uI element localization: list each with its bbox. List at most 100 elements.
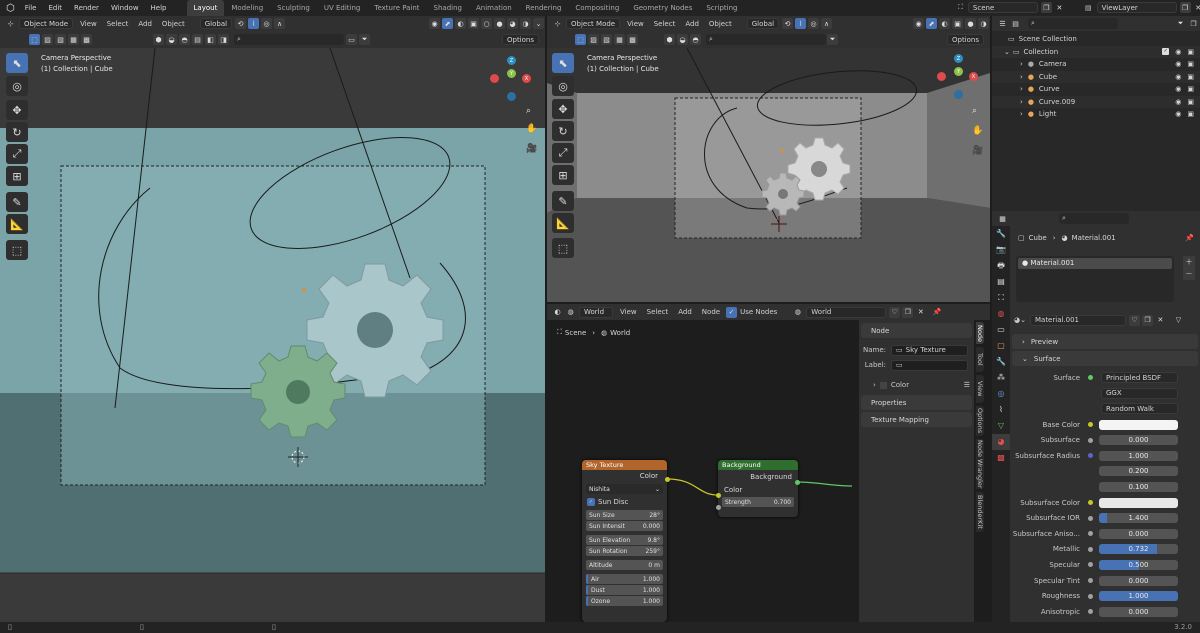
socket-dot[interactable] xyxy=(1088,609,1093,615)
material-name-field[interactable]: Material.001 xyxy=(1029,314,1126,326)
select-box-icon[interactable]: ⬚ xyxy=(29,34,40,45)
menu-add[interactable]: Add xyxy=(133,20,157,28)
filter-icon-b[interactable]: ◓ xyxy=(690,34,701,45)
zoom-icon[interactable]: ⌕ xyxy=(972,106,977,116)
tool-scale[interactable]: ⤢ xyxy=(6,144,28,164)
value-field[interactable]: 0.000 xyxy=(1099,435,1178,446)
socket-dot[interactable] xyxy=(1088,593,1093,599)
node-panel-header[interactable]: Node xyxy=(861,323,972,338)
tool-cursor[interactable]: ◎ xyxy=(552,76,574,96)
right-viewport[interactable]: ⬉ ◎ ✥ ↻ ⤢ ⊞ ✎ 📐 ⬚ Camera Perspective (1)… xyxy=(547,48,990,302)
sky-field-sun-rotation[interactable]: Sun Rotation 259° xyxy=(586,546,663,556)
socket-color-in[interactable] xyxy=(716,493,721,498)
gizmo-neg-x[interactable] xyxy=(490,74,499,83)
overlay-icon[interactable]: ◐ xyxy=(939,18,950,29)
collection-filter-icon[interactable]: ▭ xyxy=(346,34,357,45)
menu-add[interactable]: Add xyxy=(680,20,704,28)
subsurface-method-dropdown[interactable]: Random Walk xyxy=(1101,403,1178,415)
socket-dot[interactable] xyxy=(1088,422,1093,428)
physics-tab-icon[interactable]: ◎ xyxy=(992,386,1010,402)
pan-hand-icon[interactable]: ✋ xyxy=(972,126,983,136)
tool-transform[interactable]: ⊞ xyxy=(6,166,28,186)
orientation-dropdown[interactable]: Global xyxy=(746,18,780,29)
filter-icon-b[interactable]: ◓ xyxy=(179,34,190,45)
sky-field-altitude[interactable]: Altitude 0 m xyxy=(586,560,663,570)
socket-dot[interactable] xyxy=(1088,578,1093,584)
proportional-icon[interactable]: ◎ xyxy=(261,18,273,29)
workspace-tab-shading[interactable]: Shading xyxy=(427,0,469,16)
menu-file[interactable]: File xyxy=(19,0,43,16)
navigation-gizmo[interactable]: Z Y X xyxy=(490,56,535,106)
shading-solid-icon[interactable]: ● xyxy=(494,18,505,29)
gizmo-y[interactable]: Y xyxy=(507,69,516,78)
sky-type-dropdown[interactable]: Nishita ⌄ xyxy=(586,484,663,494)
sky-field-dust[interactable]: Dust 1.000 xyxy=(586,585,663,595)
select-subtract-icon[interactable]: ▦ xyxy=(68,34,79,45)
fake-user-icon[interactable]: ♡ xyxy=(889,306,901,318)
workspace-tab-rendering[interactable]: Rendering xyxy=(519,0,569,16)
sky-field-ozone[interactable]: Ozone 1.000 xyxy=(586,596,663,606)
socket-dot[interactable] xyxy=(1088,515,1093,521)
world-tab-icon[interactable]: ◍ xyxy=(992,306,1010,322)
overlay-icon[interactable]: ◐ xyxy=(455,18,466,29)
world-selector[interactable]: World xyxy=(806,306,887,318)
tool-measure[interactable]: 📐 xyxy=(6,214,28,234)
modifier-tab-icon[interactable]: 🔧 xyxy=(992,354,1010,370)
sky-field-air[interactable]: Air 1.000 xyxy=(586,574,663,584)
slot-add-remove[interactable]: ＋－ xyxy=(1183,256,1195,280)
properties-panel-header[interactable]: Properties xyxy=(861,395,972,410)
background-node[interactable]: Background Background Color Strength 0.70… xyxy=(718,460,798,517)
outliner-collection[interactable]: ⌄ ▭ Collection ✓ ◉ ▣ xyxy=(992,45,1200,58)
socket-dot[interactable] xyxy=(1088,546,1093,552)
node-label-input[interactable]: ▭ xyxy=(891,359,968,371)
viewport-search-input[interactable]: ⌕ xyxy=(706,34,826,45)
object-type-icon[interactable]: ⬢ xyxy=(153,34,164,45)
gizmo-x[interactable]: X xyxy=(969,72,978,81)
sky-texture-node[interactable]: Sky Texture Color Nishita ⌄ ✓ Sun Disc Sun… xyxy=(582,460,667,622)
filter-funnel-icon[interactable]: ⏷ xyxy=(1175,18,1186,29)
menu-view[interactable]: View xyxy=(622,20,649,28)
unlink-icon[interactable]: ✕ xyxy=(915,307,926,318)
menu-view[interactable]: View xyxy=(75,20,102,28)
snap-icon[interactable]: ⌇ xyxy=(248,18,260,29)
render-tab-icon[interactable]: 📷 xyxy=(992,242,1010,258)
value-field[interactable]: 0.000 xyxy=(1099,606,1178,617)
object-type-icon[interactable]: ⬢ xyxy=(664,34,675,45)
chevron-right-icon[interactable]: › xyxy=(1020,73,1023,81)
tool-rotate[interactable]: ↻ xyxy=(552,121,574,141)
pan-hand-icon[interactable]: ✋ xyxy=(526,124,537,134)
value-field[interactable]: 0.732 xyxy=(1099,544,1178,555)
menu-edit[interactable]: Edit xyxy=(42,0,68,16)
shader-dropdown[interactable]: Principled BSDF xyxy=(1101,372,1178,384)
camera-render-icon[interactable]: ▣ xyxy=(1187,73,1194,81)
filter-icon-e[interactable]: ◨ xyxy=(218,34,229,45)
menu-select[interactable]: Select xyxy=(649,20,681,28)
surface-panel-header[interactable]: ⌄ Surface xyxy=(1012,351,1198,366)
display-mode-icon[interactable]: ▤ xyxy=(1010,18,1021,29)
tool-measure[interactable]: 📐 xyxy=(552,213,574,233)
menu-view[interactable]: View xyxy=(615,308,642,316)
node-canvas[interactable]: ⛶ Scene › ◍ World Sky Texture Color Nish… xyxy=(547,320,990,622)
camera-render-icon[interactable]: ▣ xyxy=(1187,110,1194,118)
socket-dot[interactable] xyxy=(1088,531,1093,537)
filter-icon-c[interactable]: ▤ xyxy=(192,34,203,45)
sidebar-tab-node-wrangler[interactable]: Node Wrangler xyxy=(976,439,984,489)
sidebar-tab-view[interactable]: View xyxy=(976,375,984,403)
chevron-right-icon[interactable]: › xyxy=(1020,85,1023,93)
sun-disc-checkbox[interactable]: ✓ Sun Disc xyxy=(586,498,663,506)
workspace-tab-sculpting[interactable]: Sculpting xyxy=(270,0,317,16)
shader-type-dropdown[interactable]: World xyxy=(579,306,613,318)
shading-wire-icon[interactable]: ○ xyxy=(481,18,492,29)
tool-move[interactable]: ✥ xyxy=(6,100,28,120)
workspace-tab-uv-editing[interactable]: UV Editing xyxy=(317,0,368,16)
viewlayer-close-icon[interactable]: ✕ xyxy=(1193,2,1200,13)
preview-panel-header[interactable]: › Preview xyxy=(1012,334,1198,349)
view-layer-tab-icon[interactable]: ▤ xyxy=(992,274,1010,290)
filter-icon-a[interactable]: ◒ xyxy=(166,34,177,45)
funnel-icon[interactable]: ⏷ xyxy=(827,34,838,45)
gizmo-neg-z[interactable] xyxy=(507,92,516,101)
falloff-icon[interactable]: ∧ xyxy=(821,18,833,29)
value-field[interactable]: 0.500 xyxy=(1099,559,1178,570)
pivot-icon[interactable]: ⟲ xyxy=(782,18,794,29)
options-dropdown[interactable]: Options xyxy=(501,34,539,45)
